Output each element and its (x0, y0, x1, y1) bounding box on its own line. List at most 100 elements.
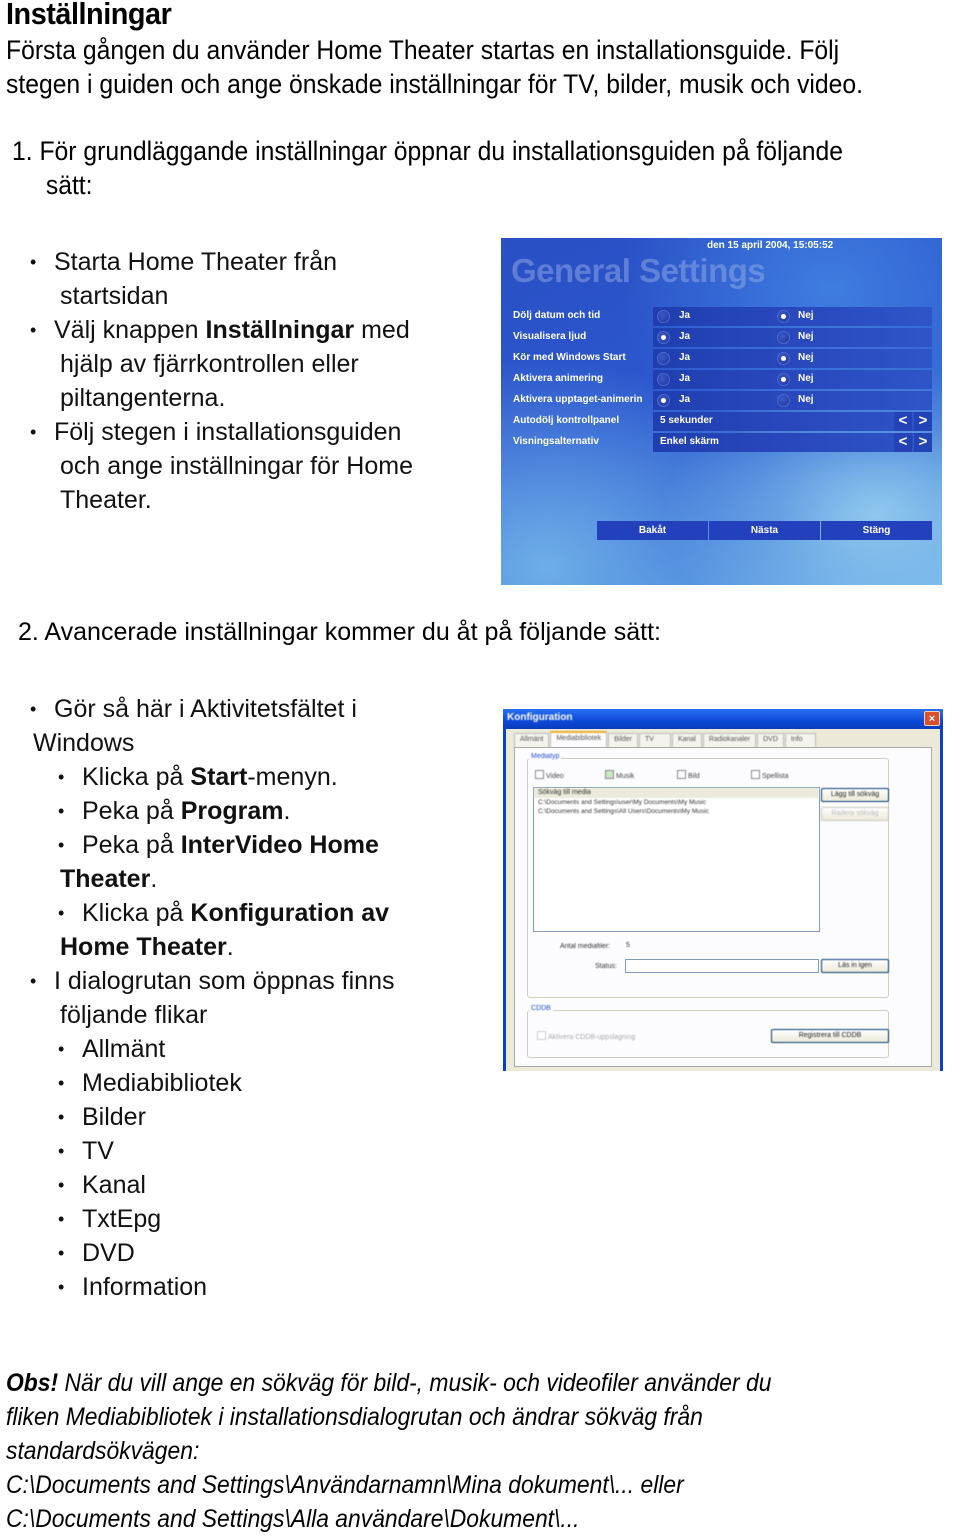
checkbox-spellista[interactable]: Spellista (751, 770, 788, 780)
sub-bullet-item: • Peka på Program. (30, 794, 395, 828)
tab-list-item: • TxtEpg (30, 1202, 395, 1236)
arrow-left-icon[interactable]: < (894, 412, 912, 431)
intro-line: stegen i guiden och ange önskade inställ… (6, 69, 863, 99)
radio-no[interactable] (777, 331, 790, 344)
step-2-bullets: • Gör så här i Aktivitetsfältet i Windows… (30, 692, 395, 1304)
tab-tv[interactable]: TV (639, 733, 671, 747)
bullet-icon: • (58, 1209, 65, 1229)
tab-panel: Mediatyp Video Musik Bild Spellista Sökv… (514, 747, 932, 1067)
setting-label: Dölj datum och tid (513, 310, 601, 321)
media-count-label: Antal mediafiler: (560, 943, 611, 950)
bullet-icon: • (58, 1141, 65, 1161)
configuration-dialog-screenshot: Konfiguration × Allmänt Mediabibliotek B… (503, 709, 943, 1071)
select-value: Enkel skärm (660, 436, 719, 447)
radio-no[interactable] (777, 310, 790, 323)
setting-field: Ja Nej (653, 370, 932, 389)
radio-yes[interactable] (657, 373, 670, 386)
rescan-button[interactable]: Läs in igen (821, 959, 889, 973)
setting-row: Dölj datum och tid Ja Nej (501, 307, 942, 326)
close-icon[interactable]: × (924, 711, 940, 726)
tab-list-item: • Bilder (30, 1100, 395, 1134)
checkbox-cddb[interactable]: Aktivera CDDB-uppslagning (537, 1031, 635, 1041)
sub-bullet-item: • Klicka på Konfiguration av (30, 896, 395, 930)
dialog-title: Konfiguration (507, 712, 573, 723)
radio-no[interactable] (777, 373, 790, 386)
sub-bullet-item: • Klicka på Start-menyn. (30, 760, 395, 794)
bullet-continuation: Theater. (60, 865, 158, 893)
general-settings-heading: General Settings (511, 252, 766, 289)
step-1-heading: 1. För grundläggande inställningar öppna… (12, 134, 843, 202)
setting-field: Ja Nej (653, 328, 932, 347)
bullet-icon: • (30, 422, 37, 442)
note-paragraph: Obs! När du vill ange en sökväg för bild… (6, 1366, 771, 1536)
bullet-continuation: följande flikar (60, 1001, 208, 1029)
bullet-continuation: Home Theater. (60, 933, 234, 961)
checkbox-checked-icon (605, 770, 614, 779)
tab-dvd[interactable]: DVD (757, 733, 784, 747)
media-path-list[interactable]: Sökväg till media C:\Documents and Setti… (533, 787, 820, 932)
bullet-icon: • (58, 903, 65, 923)
back-button[interactable]: Bakåt (597, 521, 708, 540)
add-path-button[interactable]: Lägg till sökväg (821, 788, 889, 802)
register-cddb-button[interactable]: Registrera till CDDB (771, 1029, 889, 1043)
setting-row: Kör med Windows Start Ja Nej (501, 349, 942, 368)
checkbox-icon (751, 770, 760, 779)
bullet-continuation: och ange inställningar för Home (60, 452, 413, 480)
radio-yes[interactable] (657, 310, 670, 323)
tab-list-item: • Kanal (30, 1168, 395, 1202)
bullet-continuation: Theater. (60, 486, 152, 514)
cycle-select[interactable]: Enkel skärm < > (653, 433, 932, 452)
step-2-heading: 2. Avancerade inställningar kommer du åt… (18, 618, 661, 646)
tab-list-item: • DVD (30, 1236, 395, 1270)
step-1-bullets: • Starta Home Theater från startsidan • Vä… (30, 245, 413, 517)
dialog-tabs: Allmänt Mediabibliotek Bilder TV Kanal R… (514, 731, 817, 747)
arrow-left-icon[interactable]: < (894, 433, 912, 452)
note-line: fliken Mediabibliotek i installationsdia… (6, 1403, 703, 1431)
radio-no[interactable] (777, 394, 790, 407)
checkbox-bild[interactable]: Bild (677, 770, 700, 780)
setting-field: Ja Nej (653, 391, 932, 410)
cycle-select[interactable]: 5 sekunder < > (653, 412, 932, 431)
bullet-continuation: Windows (33, 729, 135, 757)
arrow-right-icon[interactable]: > (914, 412, 932, 431)
tab-mediabibliotek[interactable]: Mediabibliotek (550, 731, 608, 747)
checkbox-icon (537, 1031, 546, 1040)
checkbox-video[interactable]: Video (535, 770, 564, 780)
radio-yes[interactable] (657, 352, 670, 365)
dialog-body: Allmänt Mediabibliotek Bilder TV Kanal R… (506, 729, 940, 1071)
tab-list-item: • TV (30, 1134, 395, 1168)
bullet-continuation: piltangenterna. (60, 384, 226, 412)
bullet-icon: • (30, 320, 37, 340)
radio-yes[interactable] (657, 394, 670, 407)
note-path: C:\Documents and Settings\Alla användare… (6, 1505, 580, 1533)
radio-yes[interactable] (657, 331, 670, 344)
tab-radiokanaler[interactable]: Radiokanaler (702, 733, 757, 747)
arrow-right-icon[interactable]: > (914, 433, 932, 452)
next-button[interactable]: Nästa (709, 521, 820, 540)
tab-kanal[interactable]: Kanal (671, 733, 702, 747)
setting-label: Aktivera animering (513, 373, 604, 384)
dialog-titlebar: Konfiguration × (503, 709, 943, 729)
list-item[interactable]: C:\Documents and Settings\All Users\Docu… (534, 807, 819, 816)
bullet-icon: • (58, 835, 65, 855)
checkbox-musik[interactable]: Musik (605, 770, 634, 780)
setting-label: Visualisera ljud (513, 331, 587, 342)
select-row: Visningsalternativ Enkel skärm < > (501, 433, 942, 452)
tab-bilder[interactable]: Bilder (608, 733, 638, 747)
cddb-group-title: CDDB (529, 1005, 553, 1012)
note-path: C:\Documents and Settings\Användarnamn\M… (6, 1471, 684, 1499)
setting-field: Ja Nej (653, 349, 932, 368)
list-item[interactable]: C:\Documents and Settings\user\My Docume… (534, 798, 819, 807)
status-field[interactable] (625, 959, 819, 973)
checkbox-icon (677, 770, 686, 779)
tab-list-item: • Allmänt (30, 1032, 395, 1066)
radio-no[interactable] (777, 352, 790, 365)
remove-path-button[interactable]: Radera sökväg (821, 807, 889, 821)
bullet-icon: • (30, 252, 37, 272)
setting-label: Aktivera upptaget-animerin (513, 394, 643, 405)
tab-info[interactable]: Info (784, 733, 816, 747)
select-value: 5 sekunder (660, 415, 713, 426)
tab-allmant[interactable]: Allmänt (514, 733, 550, 747)
close-button[interactable]: Stäng (821, 521, 932, 540)
intro-paragraph: Första gången du använder Home Theater s… (6, 33, 863, 101)
